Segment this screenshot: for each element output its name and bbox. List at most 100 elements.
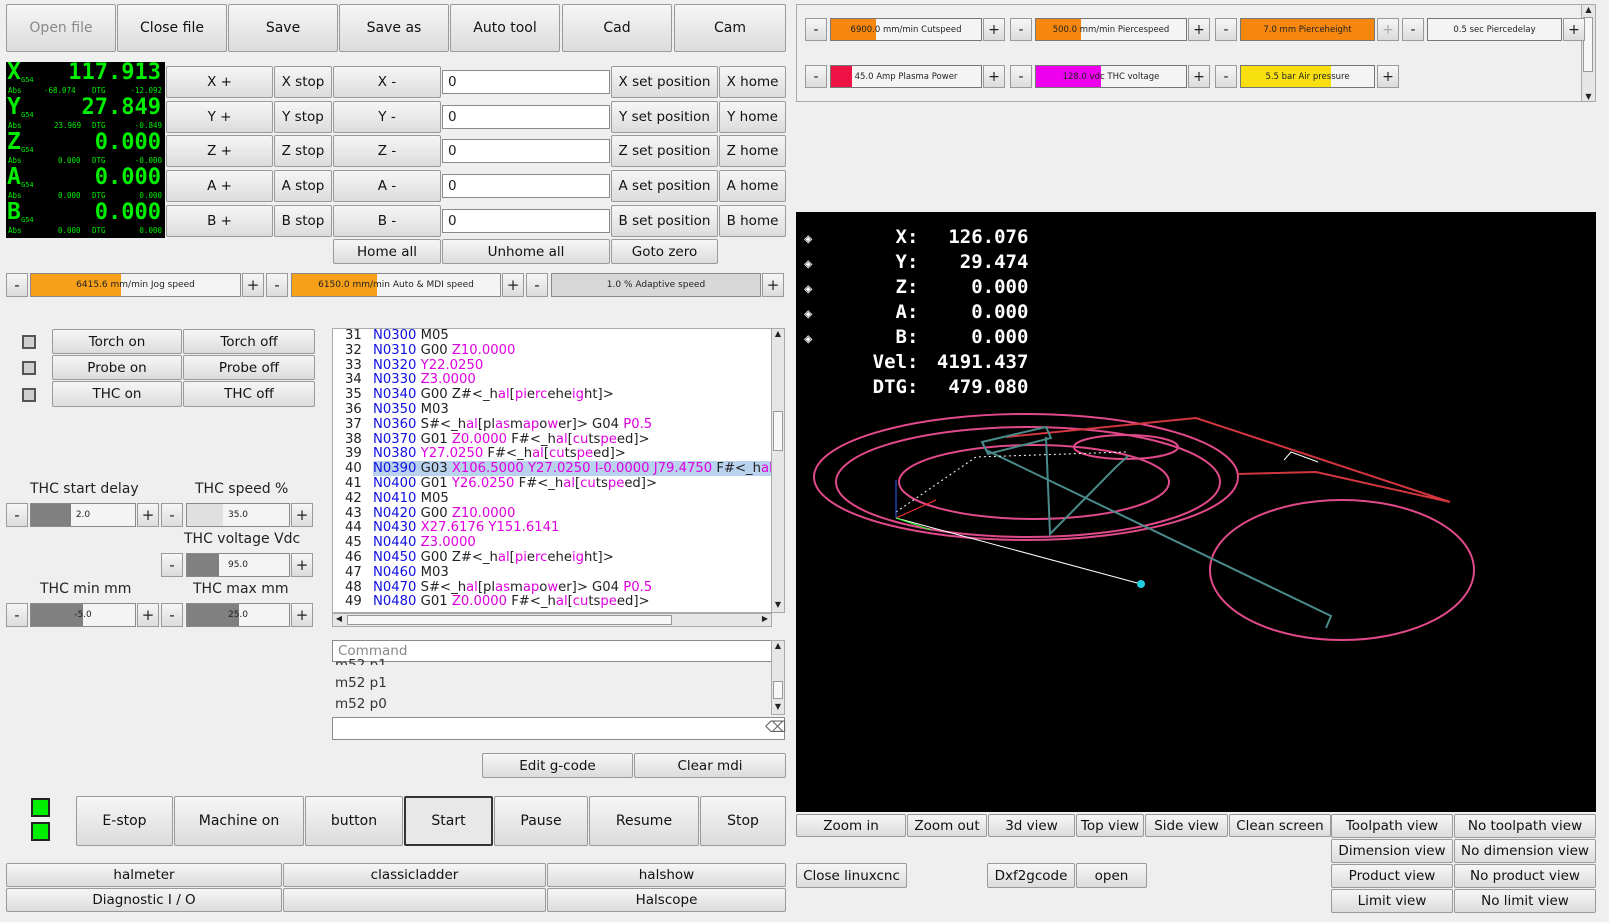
gcode-line[interactable]: 45 N0440 Z3.0000 xyxy=(333,535,771,551)
piercedelay-bar[interactable]: 0.5 sec Piercedelay xyxy=(1427,18,1562,41)
thc-min-slider[interactable]: -5.0 xyxy=(30,603,136,627)
zoom-out-button[interactable]: Zoom out xyxy=(907,814,987,837)
pause-button[interactable]: Pause xyxy=(494,796,588,846)
piercespeed-bar[interactable]: 500.0 mm/min Piercespeed xyxy=(1035,18,1187,41)
clear-entry-icon[interactable]: ⌫ xyxy=(765,718,786,736)
gcode-hscrollbar[interactable]: ◀ ▶ xyxy=(332,613,772,627)
limit-view-button[interactable]: Limit view xyxy=(1331,889,1453,913)
diagnostic-io-button[interactable]: Diagnostic I / O xyxy=(6,888,282,912)
air-pressure-minus-button[interactable]: - xyxy=(1215,65,1237,88)
scroll-thumb[interactable] xyxy=(773,411,783,451)
toolpath-view-button[interactable]: Toolpath view xyxy=(1331,814,1453,838)
thc-voltage-plus-button[interactable]: + xyxy=(291,553,313,577)
thc-start-delay-slider[interactable]: 2.0 xyxy=(30,503,136,527)
side-view-button[interactable]: Side view xyxy=(1145,814,1228,837)
torch-on-button[interactable]: Torch on xyxy=(52,329,182,354)
b-home-button[interactable]: B home xyxy=(719,205,786,237)
a-plus-button[interactable]: A + xyxy=(166,170,273,202)
scroll-down-icon[interactable]: ▼ xyxy=(772,600,784,612)
mdi-history-item[interactable]: m52 p1 xyxy=(335,657,387,665)
unhome-all-button[interactable]: Unhome all xyxy=(442,239,610,264)
resume-button[interactable]: Resume xyxy=(589,796,699,846)
x-minus-button[interactable]: X - xyxy=(333,66,441,98)
goto-zero-button[interactable]: Goto zero xyxy=(611,239,718,264)
z-position-input[interactable]: 0 xyxy=(442,139,610,163)
thc-voltage-slider[interactable]: 95.0 xyxy=(186,553,290,577)
z-set-position-button[interactable]: Z set position xyxy=(611,135,718,167)
piercedelay-minus-button[interactable]: - xyxy=(1402,18,1424,41)
thc-start-delay-minus-button[interactable]: - xyxy=(6,503,28,527)
scroll-down-icon[interactable]: ▼ xyxy=(772,702,784,714)
halmeter-button[interactable]: halmeter xyxy=(6,863,282,887)
no-limit-view-button[interactable]: No limit view xyxy=(1454,889,1596,913)
gcode-line[interactable]: 48 N0470 S#<_hal[plasmapower]> G04 P0.5 xyxy=(333,580,771,596)
edit-gcode-button[interactable]: Edit g-code xyxy=(482,753,633,778)
scroll-right-icon[interactable]: ▶ xyxy=(759,614,771,626)
save-as-button[interactable]: Save as xyxy=(339,4,449,52)
scroll-thumb[interactable] xyxy=(347,615,672,625)
cad-button[interactable]: Cad xyxy=(562,4,672,52)
thc-voltage-minus-button[interactable]: - xyxy=(161,553,183,577)
b-stop-button[interactable]: B stop xyxy=(274,205,332,237)
z-stop-button[interactable]: Z stop xyxy=(274,135,332,167)
thc-speed-minus-button[interactable]: - xyxy=(161,503,183,527)
no-dimension-view-button[interactable]: No dimension view xyxy=(1454,839,1596,863)
gcode-line[interactable]: 34 N0330 Z3.0000 xyxy=(333,372,771,388)
torch-off-button[interactable]: Torch off xyxy=(183,329,315,354)
mdi-input[interactable] xyxy=(332,717,785,740)
thc-voltage-bar[interactable]: 128.0 vdc THC voltage xyxy=(1035,65,1187,88)
save-button[interactable]: Save xyxy=(228,4,338,52)
air-pressure-plus-button[interactable]: + xyxy=(1377,65,1399,88)
y-minus-button[interactable]: Y - xyxy=(333,101,441,133)
gcode-view[interactable]: 31 N0300 M05 32 N0310 G00 Z10.0000 33 N0320 Y… xyxy=(332,328,772,613)
thc-off-button[interactable]: THC off xyxy=(183,381,315,407)
clear-mdi-button[interactable]: Clear mdi xyxy=(634,753,786,778)
jog-speed-slider[interactable]: 6415.6 mm/min Jog speed xyxy=(30,273,241,297)
y-plus-button[interactable]: Y + xyxy=(166,101,273,133)
cutspeed-plus-button[interactable]: + xyxy=(983,18,1005,41)
classicladder-button[interactable]: classicladder xyxy=(283,863,546,887)
machine-on-button[interactable]: Machine on xyxy=(174,796,304,846)
clean-screen-button[interactable]: Clean screen xyxy=(1229,814,1331,837)
gcode-vscrollbar[interactable]: ▲ ▼ xyxy=(771,328,785,613)
adaptive-speed-minus-button[interactable]: - xyxy=(526,273,548,297)
cutspeed-bar[interactable]: 6900.0 mm/min Cutspeed xyxy=(830,18,982,41)
y-position-input[interactable]: 0 xyxy=(442,105,610,129)
gcode-line[interactable]: 49 N0480 G01 Z0.0000 F#<_hal[cutspeed]> xyxy=(333,594,771,610)
b-set-position-button[interactable]: B set position xyxy=(611,205,718,237)
x-position-input[interactable]: 0 xyxy=(442,70,610,94)
gcode-line[interactable]: 44 N0430 X27.6176 Y151.6141 xyxy=(333,520,771,536)
gcode-line[interactable]: 32 N0310 G00 Z10.0000 xyxy=(333,343,771,359)
cam-button[interactable]: Cam xyxy=(674,4,786,52)
auto-speed-minus-button[interactable]: - xyxy=(266,273,288,297)
auto-speed-slider[interactable]: 6150.0 mm/min Auto & MDI speed xyxy=(291,273,501,297)
zoom-in-button[interactable]: Zoom in xyxy=(796,814,906,837)
toolpath-preview[interactable]: ◈ X: 126.076 ◈ Y: 29.474 ◈ Z: 0.000 ◈ A: 0.000 ◈… xyxy=(796,212,1596,812)
mdi-vscrollbar[interactable]: ▲ ▼ xyxy=(771,640,785,715)
open-button[interactable]: open xyxy=(1076,863,1147,888)
stop-button[interactable]: Stop xyxy=(700,796,786,846)
gcode-line[interactable]: 43 N0420 G00 Z10.0000 xyxy=(333,506,771,522)
z-minus-button[interactable]: Z - xyxy=(333,135,441,167)
gcode-line[interactable]: 47 N0460 M03 xyxy=(333,565,771,581)
scroll-left-icon[interactable]: ◀ xyxy=(333,614,345,626)
scroll-up-icon[interactable]: ▲ xyxy=(1582,5,1595,14)
close-linuxcnc-button[interactable]: Close linuxcnc xyxy=(796,863,907,888)
x-plus-button[interactable]: X + xyxy=(166,66,273,98)
x-set-position-button[interactable]: X set position xyxy=(611,66,718,98)
b-minus-button[interactable]: B - xyxy=(333,205,441,237)
gcode-line[interactable]: 40 N0390 G03 X106.5000 Y27.0250 I-0.0000 … xyxy=(333,461,771,477)
dxf2gcode-button[interactable]: Dxf2gcode xyxy=(987,863,1075,888)
gcode-line[interactable]: 39 N0380 Y27.0250 F#<_hal[cutspeed]> xyxy=(333,446,771,462)
scroll-up-icon[interactable]: ▲ xyxy=(772,641,784,653)
gcode-line[interactable]: 38 N0370 G01 Z0.0000 F#<_hal[cutspeed]> xyxy=(333,432,771,448)
cutspeed-minus-button[interactable]: - xyxy=(805,18,827,41)
thc-max-plus-button[interactable]: + xyxy=(291,603,313,627)
gcode-line[interactable]: 33 N0320 Y22.0250 xyxy=(333,358,771,374)
thc-start-delay-plus-button[interactable]: + xyxy=(137,503,159,527)
gcode-line[interactable]: 37 N0360 S#<_hal[plasmapower]> G04 P0.5 xyxy=(333,417,771,433)
scroll-down-icon[interactable]: ▼ xyxy=(1582,92,1595,101)
top-view-button[interactable]: Top view xyxy=(1076,814,1144,837)
pierceheight-plus-button[interactable]: + xyxy=(1377,18,1399,41)
gcode-line[interactable]: 42 N0410 M05 xyxy=(333,491,771,507)
